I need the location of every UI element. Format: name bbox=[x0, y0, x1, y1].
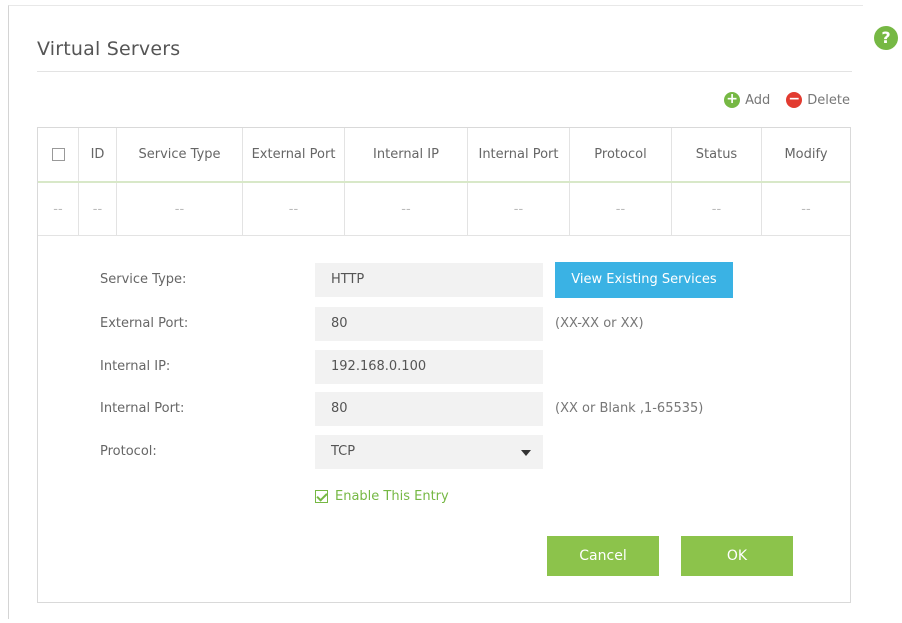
plus-icon: + bbox=[724, 92, 741, 108]
table-row: -- -- -- -- -- -- -- -- -- bbox=[38, 183, 850, 236]
row-cell: -- bbox=[345, 183, 468, 235]
internal-port-field[interactable]: 80 bbox=[315, 392, 543, 426]
checkbox-checked-icon bbox=[315, 490, 328, 503]
header-modify: Modify bbox=[784, 147, 828, 162]
view-existing-services-button[interactable]: View Existing Services bbox=[555, 262, 733, 298]
external-port-label: External Port: bbox=[100, 316, 189, 331]
header-internal-port: Internal Port bbox=[468, 128, 570, 181]
row-cell: -- bbox=[79, 183, 117, 235]
service-type-label: Service Type: bbox=[100, 272, 187, 287]
service-type-field[interactable]: HTTP bbox=[315, 263, 543, 297]
virtual-servers-panel: ID Service Type External Port Internal I… bbox=[37, 127, 851, 603]
internal-ip-field[interactable]: 192.168.0.100 bbox=[315, 350, 543, 384]
internal-port-label: Internal Port: bbox=[100, 401, 185, 416]
add-button[interactable]: + Add bbox=[724, 92, 770, 108]
select-all-cell bbox=[38, 128, 79, 181]
page-title: Virtual Servers bbox=[37, 38, 181, 60]
help-icon[interactable]: ? bbox=[874, 26, 898, 50]
internal-port-hint: (XX or Blank ,1-65535) bbox=[555, 401, 704, 416]
internal-ip-label: Internal IP: bbox=[100, 359, 171, 374]
edit-form: Service Type: HTTP View Existing Service… bbox=[38, 235, 850, 602]
minus-icon: − bbox=[786, 92, 803, 108]
protocol-value: TCP bbox=[331, 444, 356, 459]
external-port-hint: (XX-XX or XX) bbox=[555, 316, 644, 331]
header-status: Status bbox=[672, 128, 762, 181]
delete-button[interactable]: − Delete bbox=[786, 92, 850, 108]
cancel-button[interactable]: Cancel bbox=[547, 536, 659, 576]
header-service-type: Service Type bbox=[117, 128, 243, 181]
row-cell: -- bbox=[468, 183, 570, 235]
row-cell: -- bbox=[570, 183, 672, 235]
table-toolbar: + Add − Delete bbox=[724, 92, 850, 108]
row-cell: -- bbox=[801, 201, 811, 217]
ok-button[interactable]: OK bbox=[681, 536, 793, 576]
add-label: Add bbox=[745, 92, 771, 108]
select-all-checkbox[interactable] bbox=[51, 148, 65, 161]
chevron-down-icon bbox=[521, 450, 531, 456]
title-divider bbox=[37, 71, 852, 72]
protocol-label: Protocol: bbox=[100, 444, 157, 459]
row-cell: -- bbox=[38, 183, 79, 235]
table-header: ID Service Type External Port Internal I… bbox=[38, 128, 850, 183]
external-port-field[interactable]: 80 bbox=[315, 307, 543, 341]
header-internal-ip: Internal IP bbox=[345, 128, 468, 181]
header-id: ID bbox=[79, 128, 117, 181]
enable-entry-checkbox[interactable]: Enable This Entry bbox=[315, 489, 449, 504]
header-external-port: External Port bbox=[243, 128, 345, 181]
delete-label: Delete bbox=[807, 92, 850, 108]
header-protocol: Protocol bbox=[570, 128, 672, 181]
row-cell: -- bbox=[117, 183, 243, 235]
enable-entry-label: Enable This Entry bbox=[335, 489, 449, 504]
row-cell: -- bbox=[672, 183, 762, 235]
protocol-select[interactable]: TCP bbox=[315, 435, 543, 469]
row-cell: -- bbox=[243, 183, 345, 235]
